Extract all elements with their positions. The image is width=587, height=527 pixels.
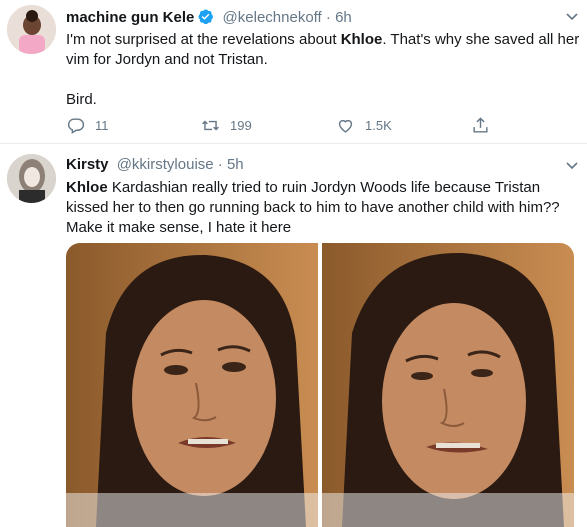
reply-icon xyxy=(67,118,85,134)
media-image-1[interactable] xyxy=(66,243,318,527)
avatar[interactable] xyxy=(7,5,56,54)
display-name[interactable]: Kirsty xyxy=(66,156,109,173)
verified-icon xyxy=(197,8,214,29)
retweet-icon xyxy=(202,120,219,131)
highlight-khloe: Khloe xyxy=(340,31,383,48)
separator-dot: · xyxy=(217,156,227,173)
tweet-1[interactable]: machine gun Kele @kelechnekoff · 6h I'm … xyxy=(0,0,587,143)
tweet-text: I'm not surprised at the revelations abo… xyxy=(66,31,580,108)
tweet-divider xyxy=(0,143,587,144)
reply-button[interactable]: 11 xyxy=(66,116,109,135)
display-name[interactable]: machine gun Kele xyxy=(66,9,194,26)
tweet-actions: 11 199 1.5K xyxy=(66,116,566,136)
highlight-khloe: Khloe xyxy=(66,179,108,196)
separator-dot: · xyxy=(325,9,336,26)
chevron-down-icon[interactable] xyxy=(564,157,580,178)
retweet-count: 199 xyxy=(230,118,252,133)
like-icon xyxy=(338,119,353,133)
timestamp[interactable]: 5h xyxy=(227,156,244,173)
tweet-media[interactable] xyxy=(66,243,574,527)
reply-count: 11 xyxy=(95,118,109,133)
like-button[interactable]: 1.5K xyxy=(336,116,392,135)
chevron-down-icon[interactable] xyxy=(564,8,580,29)
handle[interactable]: @kkirstylouise xyxy=(117,156,214,173)
avatar[interactable] xyxy=(7,154,56,203)
retweet-button[interactable]: 199 xyxy=(201,116,252,135)
handle[interactable]: @kelechnekoff xyxy=(223,9,322,26)
timestamp[interactable]: 6h xyxy=(335,9,352,26)
like-count: 1.5K xyxy=(365,118,392,133)
share-button[interactable] xyxy=(471,116,490,135)
media-image-2[interactable] xyxy=(322,243,574,527)
share-icon xyxy=(473,117,488,133)
tweet-text: Khloe Kardashian really tried to ruin Jo… xyxy=(66,179,560,236)
